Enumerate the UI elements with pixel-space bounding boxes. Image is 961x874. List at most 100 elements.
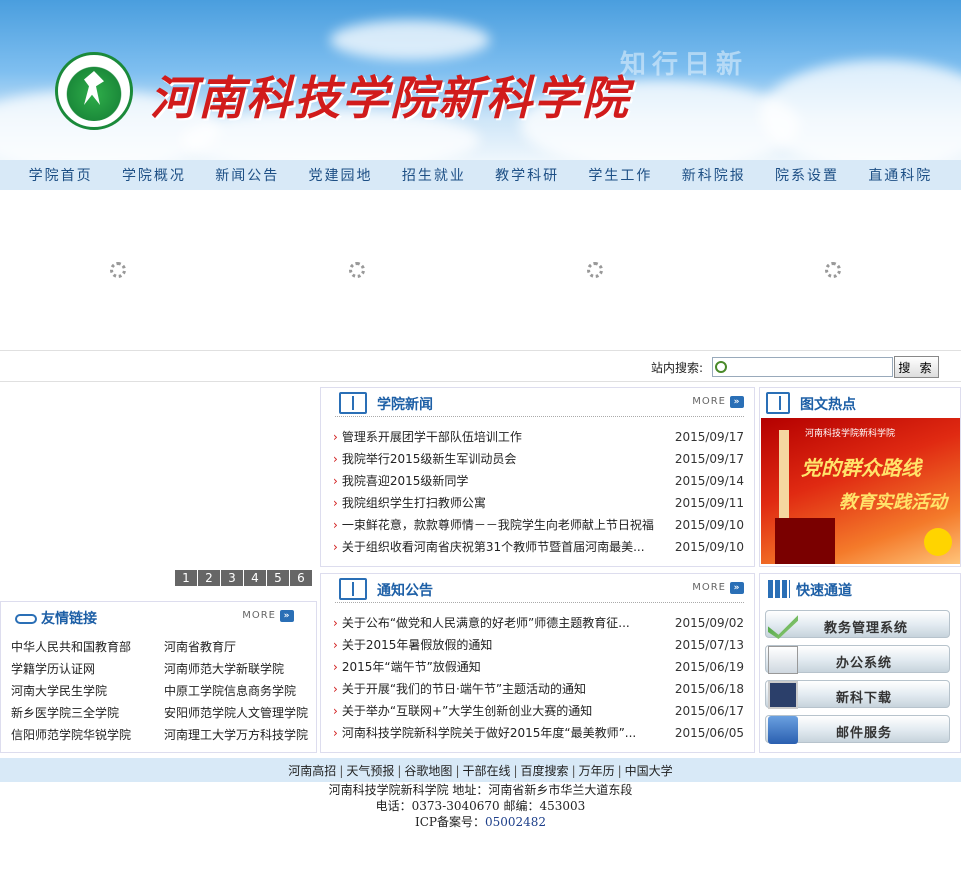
friend-link[interactable]: 河南师范大学新联学院 <box>164 658 311 680</box>
notice-date: 2015/06/17 <box>674 704 744 718</box>
pager-page-1[interactable]: 1 <box>175 570 198 586</box>
news-date: 2015/09/17 <box>674 452 744 466</box>
mail-service-button[interactable]: 邮件服务 <box>765 715 950 744</box>
news-link[interactable]: 一束鲜花意，款款尊师情－－我院学生向老师献上节日祝福 <box>333 514 654 536</box>
college-news-list: 管理系开展团学干部队伍培训工作 2015/09/17 我院举行2015级新生军训动… <box>333 426 744 558</box>
school-name-logo[interactable]: 河南科技学院新科学院 <box>150 62 630 128</box>
friend-link[interactable]: 河南理工大学万方科技学院 <box>164 724 311 746</box>
nav-item-overview[interactable]: 学院概况 <box>122 165 186 185</box>
icp-label: ICP备案号： <box>414 815 485 829</box>
nav-item-admission[interactable]: 招生就业 <box>402 165 466 185</box>
list-item: 关于2015年暑假放假的通知 2015/07/13 <box>333 634 744 656</box>
notice-link[interactable]: 关于开展“我们的节日·端午节”主题活动的通知 <box>333 678 586 700</box>
friend-link[interactable]: 中原工学院信息商务学院 <box>164 680 311 702</box>
cloud-decoration <box>330 20 490 60</box>
huabiao-pillar <box>779 430 789 520</box>
footer-link[interactable]: 百度搜索 <box>521 764 569 778</box>
search-button[interactable]: 搜 索 <box>894 356 939 378</box>
separator: | <box>617 764 622 778</box>
double-chevron-icon: » <box>730 582 744 594</box>
hot-pics-title[interactable]: 图文热点 <box>800 394 856 414</box>
grid-icon <box>768 580 790 598</box>
pager-page-3[interactable]: 3 <box>221 570 244 586</box>
separator: | <box>513 764 518 778</box>
pager-page-4[interactable]: 4 <box>244 570 267 586</box>
double-chevron-icon: » <box>280 610 294 622</box>
nav-item-research[interactable]: 教学科研 <box>495 165 559 185</box>
pager-page-5[interactable]: 5 <box>267 570 290 586</box>
notice-date: 2015/06/19 <box>674 660 744 674</box>
pager-page-6[interactable]: 6 <box>290 570 313 586</box>
footer-link[interactable]: 中国大学 <box>625 764 673 778</box>
news-link[interactable]: 我院组织学生打扫教师公寓 <box>333 492 486 514</box>
friend-link[interactable]: 学籍学历认证网 <box>11 658 164 680</box>
news-link[interactable]: 我院喜迎2015级新同学 <box>333 470 469 492</box>
notice-date: 2015/07/13 <box>674 638 744 652</box>
school-emblem-icon[interactable] <box>55 52 133 130</box>
document-pen-icon <box>768 646 798 674</box>
list-item: 关于组织收看河南省庆祝第31个教师节暨首届河南最美... 2015/09/10 <box>333 536 744 558</box>
image-carousel <box>0 190 961 350</box>
nav-item-departments[interactable]: 院系设置 <box>775 165 839 185</box>
loading-spinner-icon <box>825 262 841 278</box>
notice-link[interactable]: 河南科技学院新科学院关于做好2015年度“最美教师”... <box>333 722 636 744</box>
nav-item-express[interactable]: 直通科院 <box>868 165 932 185</box>
list-item: 河南科技学院新科学院关于做好2015年度“最美教师”... 2015/06/05 <box>333 722 744 744</box>
nav-item-news[interactable]: 新闻公告 <box>215 165 279 185</box>
list-item: 我院喜迎2015级新同学 2015/09/14 <box>333 470 744 492</box>
book-icon <box>766 392 790 414</box>
footer-link[interactable]: 万年历 <box>579 764 615 778</box>
image-caption: 河南科技学院新科学院 <box>805 429 896 439</box>
slideshow-pager: 1 2 3 4 5 6 <box>175 570 313 586</box>
separator: | <box>339 764 344 778</box>
footer-link[interactable]: 河南高招 <box>288 764 336 778</box>
friend-link[interactable]: 河南省教育厅 <box>164 636 311 658</box>
nav-item-home[interactable]: 学院首页 <box>29 165 93 185</box>
college-news-title[interactable]: 学院新闻 <box>377 394 433 414</box>
news-link[interactable]: 管理系开展团学干部队伍培训工作 <box>333 426 522 448</box>
download-button[interactable]: 新科下载 <box>765 680 950 709</box>
hot-pics-image[interactable]: 河南科技学院新科学院 党的群众路线 教育实践活动 <box>761 418 960 564</box>
friend-link[interactable]: 新乡医学院三全学院 <box>11 702 164 724</box>
friend-link[interactable]: 河南大学民生学院 <box>11 680 164 702</box>
nav-item-students[interactable]: 学生工作 <box>588 165 652 185</box>
office-system-button[interactable]: 办公系统 <box>765 645 950 674</box>
notice-date: 2015/06/18 <box>674 682 744 696</box>
notice-link[interactable]: 关于2015年暑假放假的通知 <box>333 634 493 656</box>
loading-spinner-icon <box>349 262 365 278</box>
mail-icon <box>768 716 798 744</box>
notices-title[interactable]: 通知公告 <box>377 580 433 600</box>
separator: | <box>397 764 402 778</box>
friend-links-grid: 中华人民共和国教育部 河南省教育厅 学籍学历认证网 河南师范大学新联学院 河南大… <box>11 636 311 746</box>
footer-link[interactable]: 天气预报 <box>346 764 394 778</box>
search-input[interactable] <box>712 357 893 377</box>
footer-link[interactable]: 谷歌地图 <box>404 764 452 778</box>
friend-link[interactable]: 安阳师范学院人文管理学院 <box>164 702 311 724</box>
college-news-more-button[interactable]: MORE » <box>692 396 744 408</box>
tiananmen-gate <box>775 518 835 564</box>
friend-links-panel: 友情链接 MORE » 中华人民共和国教育部 河南省教育厅 学籍学历认证网 河南师… <box>0 601 317 753</box>
notice-link[interactable]: 关于举办“互联网+”大学生创新创业大赛的通知 <box>333 700 593 722</box>
pager-page-2[interactable]: 2 <box>198 570 221 586</box>
icp-number-link[interactable]: 05002482 <box>485 815 546 829</box>
news-date: 2015/09/17 <box>674 430 744 444</box>
image-slogan-1: 党的群众路线 <box>801 456 921 480</box>
friend-link[interactable]: 中华人民共和国教育部 <box>11 636 164 658</box>
nav-item-newspaper[interactable]: 新科院报 <box>682 165 746 185</box>
notice-link[interactable]: 2015年“端午节”放假通知 <box>333 656 481 678</box>
double-chevron-icon: » <box>730 396 744 408</box>
more-label: MORE <box>242 610 276 621</box>
academic-system-button[interactable]: 教务管理系统 <box>765 610 950 639</box>
notice-link[interactable]: 关于公布“做党和人民满意的好老师”师德主题教育征... <box>333 612 630 634</box>
footer-address: 河南科技学院新科学院 地址：河南省新乡市华兰大道东段 <box>328 783 633 797</box>
nav-item-party[interactable]: 党建园地 <box>309 165 373 185</box>
footer-link[interactable]: 干部在线 <box>462 764 510 778</box>
news-link[interactable]: 我院举行2015级新生军训动员会 <box>333 448 517 470</box>
search-bar: 站内搜索: 搜 索 <box>0 350 961 382</box>
news-link[interactable]: 关于组织收看河南省庆祝第31个教师节暨首届河南最美... <box>333 536 645 558</box>
friend-link[interactable]: 信阳师范学院华锐学院 <box>11 724 164 746</box>
quick-label: 新科下载 <box>836 691 893 706</box>
notices-more-button[interactable]: MORE » <box>692 582 744 594</box>
footer-links: 河南高招 | 天气预报 | 谷歌地图 | 干部在线 | 百度搜索 | 万年历 | 中国大学 <box>0 758 961 782</box>
friend-links-more-button[interactable]: MORE » <box>242 610 294 622</box>
